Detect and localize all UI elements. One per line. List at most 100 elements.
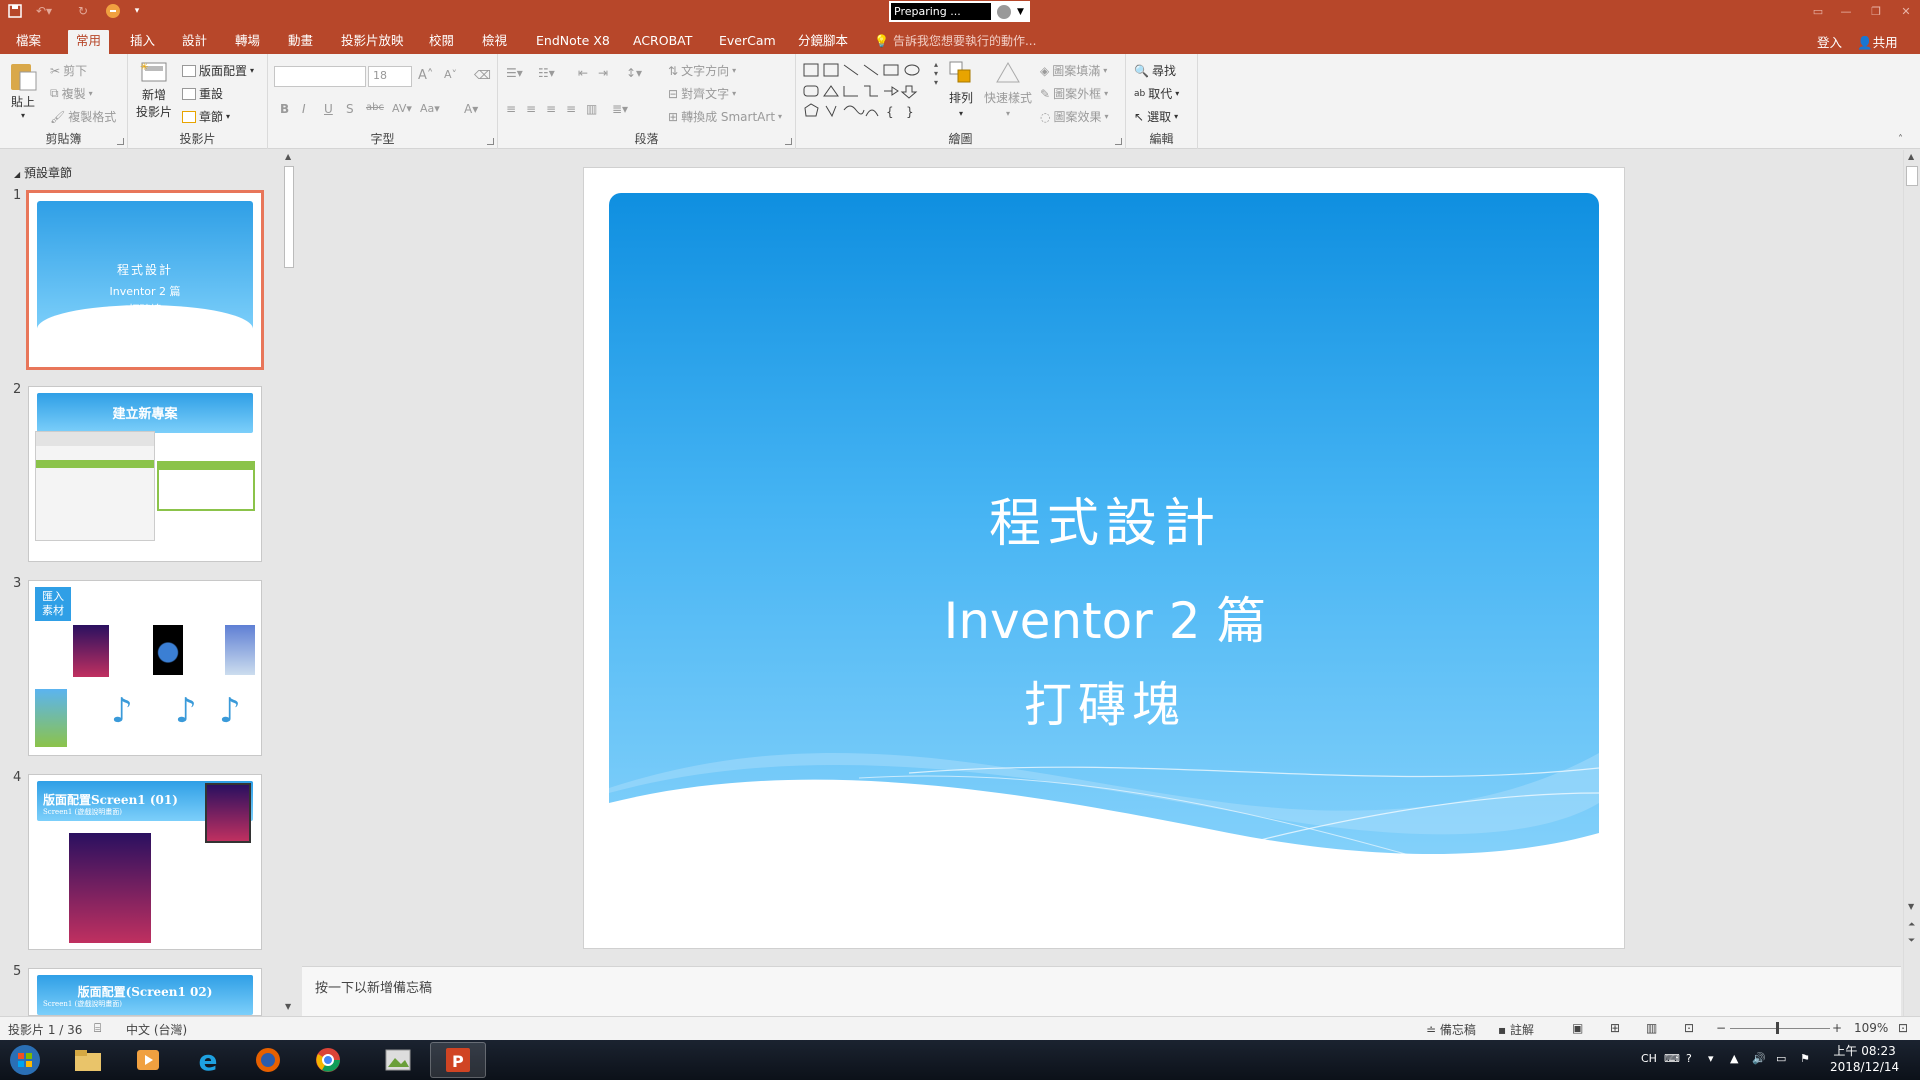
- dialog-launcher-icon[interactable]: [117, 138, 124, 145]
- tab-view[interactable]: 檢視: [474, 30, 515, 54]
- show-hidden-icons[interactable]: ▲: [1730, 1052, 1738, 1065]
- character-spacing-icon[interactable]: AV▾: [392, 102, 412, 115]
- spell-check-icon[interactable]: ⌸: [94, 1021, 101, 1036]
- tab-review[interactable]: 校閱: [421, 30, 462, 54]
- section-header[interactable]: ◢ 預設章節: [14, 164, 72, 181]
- tab-file[interactable]: 檔案: [8, 30, 49, 54]
- align-left-icon[interactable]: ≡: [506, 102, 516, 116]
- bold-icon[interactable]: B: [280, 102, 289, 116]
- new-slide-button[interactable]: ✳ 新增 投影片: [136, 60, 172, 120]
- current-slide[interactable]: 程式設計 Inventor 2 篇 打磚塊: [583, 167, 1625, 949]
- align-text-button[interactable]: ⊟ 對齊文字 ▾: [668, 85, 736, 102]
- text-shadow-icon[interactable]: S: [346, 102, 354, 116]
- sign-in-link[interactable]: 登入: [1817, 32, 1842, 51]
- arrange-button[interactable]: 排列 ▾: [948, 60, 974, 118]
- undo-icon[interactable]: ↶▾: [32, 2, 56, 20]
- tab-evercam[interactable]: EverCam: [711, 30, 784, 54]
- customize-quick-access-icon[interactable]: ▾: [130, 2, 144, 20]
- ime-options-icon[interactable]: ▾: [1708, 1052, 1714, 1065]
- cut-button[interactable]: ✂ 剪下: [50, 62, 87, 79]
- previous-slide-icon[interactable]: ⏶: [1908, 920, 1915, 930]
- decrease-indent-icon[interactable]: ⇤: [578, 66, 588, 80]
- recording-status[interactable]: Preparing ... ▼: [889, 1, 1030, 22]
- font-color-icon[interactable]: A▾: [464, 102, 478, 116]
- slide-subtitle-2[interactable]: 打磚塊: [584, 665, 1626, 735]
- tab-acrobat[interactable]: ACROBAT: [625, 30, 700, 54]
- notes-button[interactable]: ≐ 備忘稿: [1426, 1021, 1476, 1038]
- italic-icon[interactable]: I: [302, 102, 306, 116]
- start-from-beginning-icon[interactable]: [102, 2, 124, 20]
- firefox-icon[interactable]: [240, 1042, 296, 1078]
- reading-view-icon[interactable]: ▥: [1646, 1021, 1657, 1035]
- save-icon[interactable]: [4, 2, 26, 20]
- grow-font-icon[interactable]: A˄: [418, 68, 433, 83]
- replace-button[interactable]: ab 取代 ▾: [1134, 85, 1179, 102]
- zoom-out-icon[interactable]: −: [1716, 1021, 1726, 1035]
- increase-indent-icon[interactable]: ⇥: [598, 66, 608, 80]
- bullets-icon[interactable]: ☰▾: [506, 66, 523, 80]
- collapse-ribbon-icon[interactable]: ˄: [1898, 134, 1903, 145]
- tab-insert[interactable]: 插入: [122, 30, 163, 54]
- image-viewer-icon[interactable]: [370, 1042, 426, 1078]
- convert-smartart-button[interactable]: ⊞ 轉換成 SmartArt ▾: [668, 108, 782, 125]
- action-center-icon[interactable]: ⚑: [1800, 1052, 1810, 1065]
- record-icon[interactable]: [997, 4, 1011, 19]
- slide-thumbnail-4[interactable]: 版面配置Screen1 (01) Screen1 (遊戲說明畫面): [28, 774, 262, 950]
- font-size-box[interactable]: 18: [368, 66, 412, 87]
- chrome-icon[interactable]: [300, 1042, 356, 1078]
- find-button[interactable]: 🔍 尋找: [1134, 62, 1176, 79]
- keyboard-icon[interactable]: ⌨: [1664, 1052, 1680, 1065]
- tab-transitions[interactable]: 轉場: [227, 30, 268, 54]
- file-explorer-icon[interactable]: [60, 1042, 116, 1078]
- zoom-slider[interactable]: [1730, 1028, 1830, 1029]
- quick-styles-button[interactable]: 快速樣式 ▾: [984, 60, 1032, 118]
- zoom-in-icon[interactable]: +: [1832, 1021, 1842, 1035]
- reset-button[interactable]: 重設: [182, 85, 223, 102]
- powerpoint-icon[interactable]: P: [430, 1042, 486, 1078]
- shapes-gallery-scroll[interactable]: ▴ ▾ ▾: [934, 60, 938, 87]
- layout-button[interactable]: 版面配置 ▾: [182, 62, 254, 79]
- normal-view-icon[interactable]: ▣: [1572, 1021, 1583, 1035]
- internet-explorer-icon[interactable]: e: [180, 1042, 236, 1078]
- dialog-launcher-icon[interactable]: [487, 138, 494, 145]
- align-right-icon[interactable]: ≡: [546, 102, 556, 116]
- scroll-down-icon[interactable]: ▼: [285, 1002, 291, 1011]
- tell-me-search[interactable]: 💡 告訴我您想要執行的動作...: [874, 32, 1036, 49]
- tab-endnote[interactable]: EndNote X8: [528, 30, 618, 54]
- select-button[interactable]: ↖ 選取 ▾: [1134, 108, 1178, 125]
- close-icon[interactable]: ✕: [1892, 0, 1920, 22]
- scroll-up-icon[interactable]: ▲: [285, 152, 291, 161]
- start-button[interactable]: [0, 1042, 50, 1078]
- language-indicator[interactable]: 中文 (台灣): [126, 1021, 187, 1038]
- tab-home[interactable]: 常用: [68, 30, 110, 54]
- scroll-thumb[interactable]: [284, 166, 294, 268]
- next-slide-icon[interactable]: ⏷: [1908, 936, 1915, 946]
- zoom-level[interactable]: 109%: [1854, 1021, 1888, 1035]
- media-player-icon[interactable]: [120, 1042, 176, 1078]
- strikethrough-icon[interactable]: abc: [366, 102, 384, 113]
- numbering-icon[interactable]: ☷▾: [538, 66, 555, 80]
- scroll-down-icon[interactable]: ▼: [1908, 902, 1914, 911]
- shapes-gallery[interactable]: {}: [802, 62, 930, 124]
- tab-design[interactable]: 設計: [174, 30, 215, 54]
- slide-title[interactable]: 程式設計: [584, 481, 1626, 556]
- columns-icon[interactable]: ▥: [586, 102, 597, 116]
- chevron-down-icon[interactable]: ▼: [1017, 7, 1024, 17]
- tab-animations[interactable]: 動畫: [280, 30, 321, 54]
- scroll-up-icon[interactable]: ▲: [1908, 152, 1914, 161]
- redo-icon[interactable]: ↻: [74, 2, 92, 20]
- slide-thumbnail-3[interactable]: 匯入 素材 ♪ ♪ ♪: [28, 580, 262, 756]
- section-button[interactable]: 章節 ▾: [182, 108, 230, 125]
- fit-to-window-icon[interactable]: ⊡: [1898, 1021, 1908, 1035]
- dialog-launcher-icon[interactable]: [785, 138, 792, 145]
- change-case-icon[interactable]: Aa▾: [420, 102, 440, 115]
- comments-button[interactable]: ▪ 註解: [1498, 1021, 1534, 1038]
- collapse-triangle-icon[interactable]: ◢: [14, 170, 20, 179]
- share-button[interactable]: 👤共用: [1857, 32, 1898, 51]
- slideshow-view-icon[interactable]: ⊡: [1684, 1021, 1694, 1035]
- slide-thumbnail-5[interactable]: 版面配置(Screen1 02) Screen1 (遊戲說明畫面): [28, 968, 262, 1016]
- ribbon-display-options-icon[interactable]: ▭: [1804, 0, 1832, 22]
- format-painter-button[interactable]: 🖌 複製格式: [50, 108, 116, 125]
- align-center-icon[interactable]: ≡: [526, 102, 536, 116]
- shape-fill-button[interactable]: ◈ 圖案填滿 ▾: [1040, 62, 1107, 79]
